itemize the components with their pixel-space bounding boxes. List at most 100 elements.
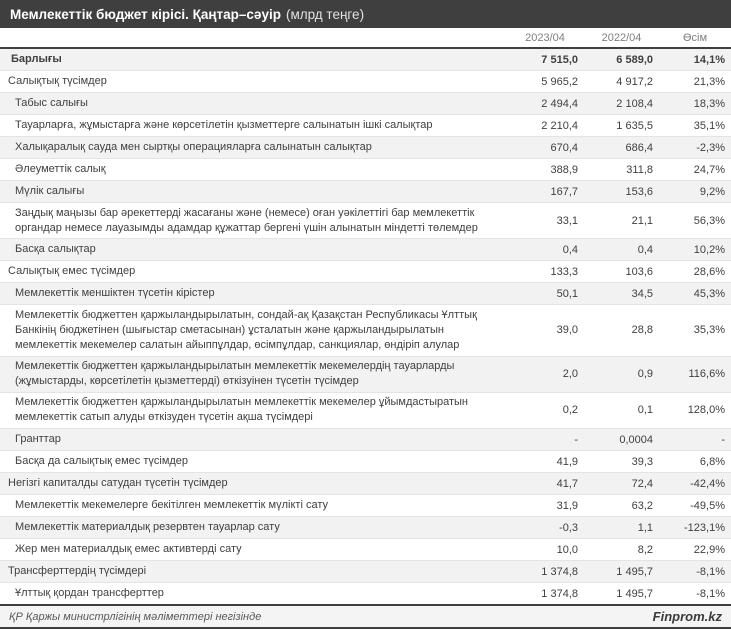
row-label: Ұлттық қордан трансферттер (0, 586, 506, 601)
value-2023-04: 0,2 (506, 404, 584, 416)
row-label: Гранттар (0, 432, 506, 447)
value-2023-04: 7 515,0 (506, 54, 584, 66)
value-2023-04: 50,1 (506, 288, 584, 300)
growth-value: -42,4% (659, 478, 731, 490)
value-2022-04: 28,8 (584, 324, 659, 336)
value-2023-04: 33,1 (506, 215, 584, 227)
table-row: Мемлекеттік бюджеттен қаржыландырылатын … (0, 357, 731, 393)
growth-value: 22,9% (659, 544, 731, 556)
table-row: Басқа да салықтық емес түсімдер41,939,36… (0, 451, 731, 473)
growth-value: 24,7% (659, 164, 731, 176)
table-body: Барлығы7 515,06 589,014,1%Салықтық түсім… (0, 49, 731, 604)
row-label: Мемлекеттік мекемелерге бекітілген мемле… (0, 498, 506, 513)
value-2023-04: 10,0 (506, 544, 584, 556)
row-label: Тауарларға, жұмыстарға және көрсетілетін… (0, 118, 506, 133)
row-label: Мемлекеттік бюджеттен қаржыландырылатын … (0, 359, 506, 389)
growth-value: -8,1% (659, 588, 731, 600)
value-2022-04: 4 917,2 (584, 76, 659, 88)
growth-value: 18,3% (659, 98, 731, 110)
value-2022-04: 2 108,4 (584, 98, 659, 110)
table-row: Табыс салығы2 494,42 108,418,3% (0, 93, 731, 115)
column-header-2023-04: 2023/04 (506, 32, 584, 44)
row-label: Халықаралық сауда мен сыртқы операциялар… (0, 140, 506, 155)
growth-value: 35,3% (659, 324, 731, 336)
value-2022-04: 39,3 (584, 456, 659, 468)
row-label: Трансферттердің түсімдері (0, 564, 506, 579)
report-title-bar: Мемлекеттік бюджет кірісі. Қаңтар–сәуір … (0, 0, 731, 28)
value-2023-04: 388,9 (506, 164, 584, 176)
value-2023-04: -0,3 (506, 522, 584, 534)
row-label: Мемлекеттік бюджеттен қаржыландырылатын,… (0, 308, 506, 353)
value-2022-04: 8,2 (584, 544, 659, 556)
value-2023-04: 41,9 (506, 456, 584, 468)
table-row: Мемлекеттік материалдық резервтен тауарл… (0, 517, 731, 539)
growth-value: 56,3% (659, 215, 731, 227)
report-title-unit: (млрд теңге) (286, 7, 364, 22)
growth-value: 6,8% (659, 456, 731, 468)
value-2022-04: 153,6 (584, 186, 659, 198)
growth-value: -8,1% (659, 566, 731, 578)
row-label: Басқа салықтар (0, 242, 506, 257)
growth-value: 14,1% (659, 54, 731, 66)
table-row: Әлеуметтік салық388,9311,824,7% (0, 159, 731, 181)
value-2023-04: 133,3 (506, 266, 584, 278)
value-2022-04: 686,4 (584, 142, 659, 154)
table-row: Халықаралық сауда мен сыртқы операциялар… (0, 137, 731, 159)
value-2022-04: 1 635,5 (584, 120, 659, 132)
column-header-2022-04: 2022/04 (584, 32, 659, 44)
finprom-logo-text: Finprom.kz (653, 609, 722, 624)
value-2023-04: 41,7 (506, 478, 584, 490)
table-row: Мемлекеттік бюджеттен қаржыландырылатын … (0, 393, 731, 429)
value-2023-04: 2 210,4 (506, 120, 584, 132)
budget-revenue-report: Мемлекеттік бюджет кірісі. Қаңтар–сәуір … (0, 0, 731, 629)
table-row: Барлығы7 515,06 589,014,1% (0, 49, 731, 71)
value-2022-04: 311,8 (584, 164, 659, 176)
value-2023-04: 670,4 (506, 142, 584, 154)
row-label: Салықтық емес түсімдер (0, 264, 506, 279)
value-2023-04: 2,0 (506, 368, 584, 380)
value-2022-04: 0,4 (584, 244, 659, 256)
row-label: Әлеуметтік салық (0, 162, 506, 177)
table-row: Трансферттердің түсімдері1 374,81 495,7-… (0, 561, 731, 583)
value-2022-04: 0,0004 (584, 434, 659, 446)
value-2022-04: 0,9 (584, 368, 659, 380)
column-header-row: 2023/04 2022/04 Өсім (0, 28, 731, 49)
growth-value: - (659, 434, 731, 446)
value-2023-04: 1 374,8 (506, 588, 584, 600)
value-2023-04: 31,9 (506, 500, 584, 512)
table-row: Салықтық түсімдер5 965,24 917,221,3% (0, 71, 731, 93)
table-row: Мемлекеттік мекемелерге бекітілген мемле… (0, 495, 731, 517)
table-row: Мүлік салығы167,7153,69,2% (0, 181, 731, 203)
value-2023-04: 39,0 (506, 324, 584, 336)
table-row: Салықтық емес түсімдер133,3103,628,6% (0, 261, 731, 283)
growth-value: 28,6% (659, 266, 731, 278)
table-row: Мемлекеттік меншіктен түсетін кірістер50… (0, 283, 731, 305)
growth-value: 10,2% (659, 244, 731, 256)
value-2023-04: 5 965,2 (506, 76, 584, 88)
row-label: Табыс салығы (0, 96, 506, 111)
row-label: Мемлекеттік меншіктен түсетін кірістер (0, 286, 506, 301)
value-2022-04: 1 495,7 (584, 566, 659, 578)
value-2023-04: 0,4 (506, 244, 584, 256)
row-label: Мемлекеттік бюджеттен қаржыландырылатын … (0, 395, 506, 425)
growth-value: 9,2% (659, 186, 731, 198)
table-row: Жер мен материалдық емес активтерді сату… (0, 539, 731, 561)
value-2022-04: 103,6 (584, 266, 659, 278)
row-label: Заңдық маңызы бар әрекеттерді жасағаны ж… (0, 206, 506, 236)
row-label: Барлығы (0, 52, 506, 67)
value-2023-04: 2 494,4 (506, 98, 584, 110)
growth-value: -123,1% (659, 522, 731, 534)
value-2022-04: 72,4 (584, 478, 659, 490)
row-label: Мүлік салығы (0, 184, 506, 199)
growth-value: 128,0% (659, 404, 731, 416)
report-footer: ҚР Қаржы министрлігінің мәліметтері негі… (0, 604, 731, 629)
table-row: Заңдық маңызы бар әрекеттерді жасағаны ж… (0, 203, 731, 239)
growth-value: 45,3% (659, 288, 731, 300)
value-2022-04: 1 495,7 (584, 588, 659, 600)
growth-value: 35,1% (659, 120, 731, 132)
value-2023-04: 167,7 (506, 186, 584, 198)
table-row: Ұлттық қордан трансферттер1 374,81 495,7… (0, 583, 731, 604)
value-2022-04: 0,1 (584, 404, 659, 416)
report-title: Мемлекеттік бюджет кірісі. Қаңтар–сәуір (10, 7, 281, 22)
table-row: Басқа салықтар0,40,410,2% (0, 239, 731, 261)
